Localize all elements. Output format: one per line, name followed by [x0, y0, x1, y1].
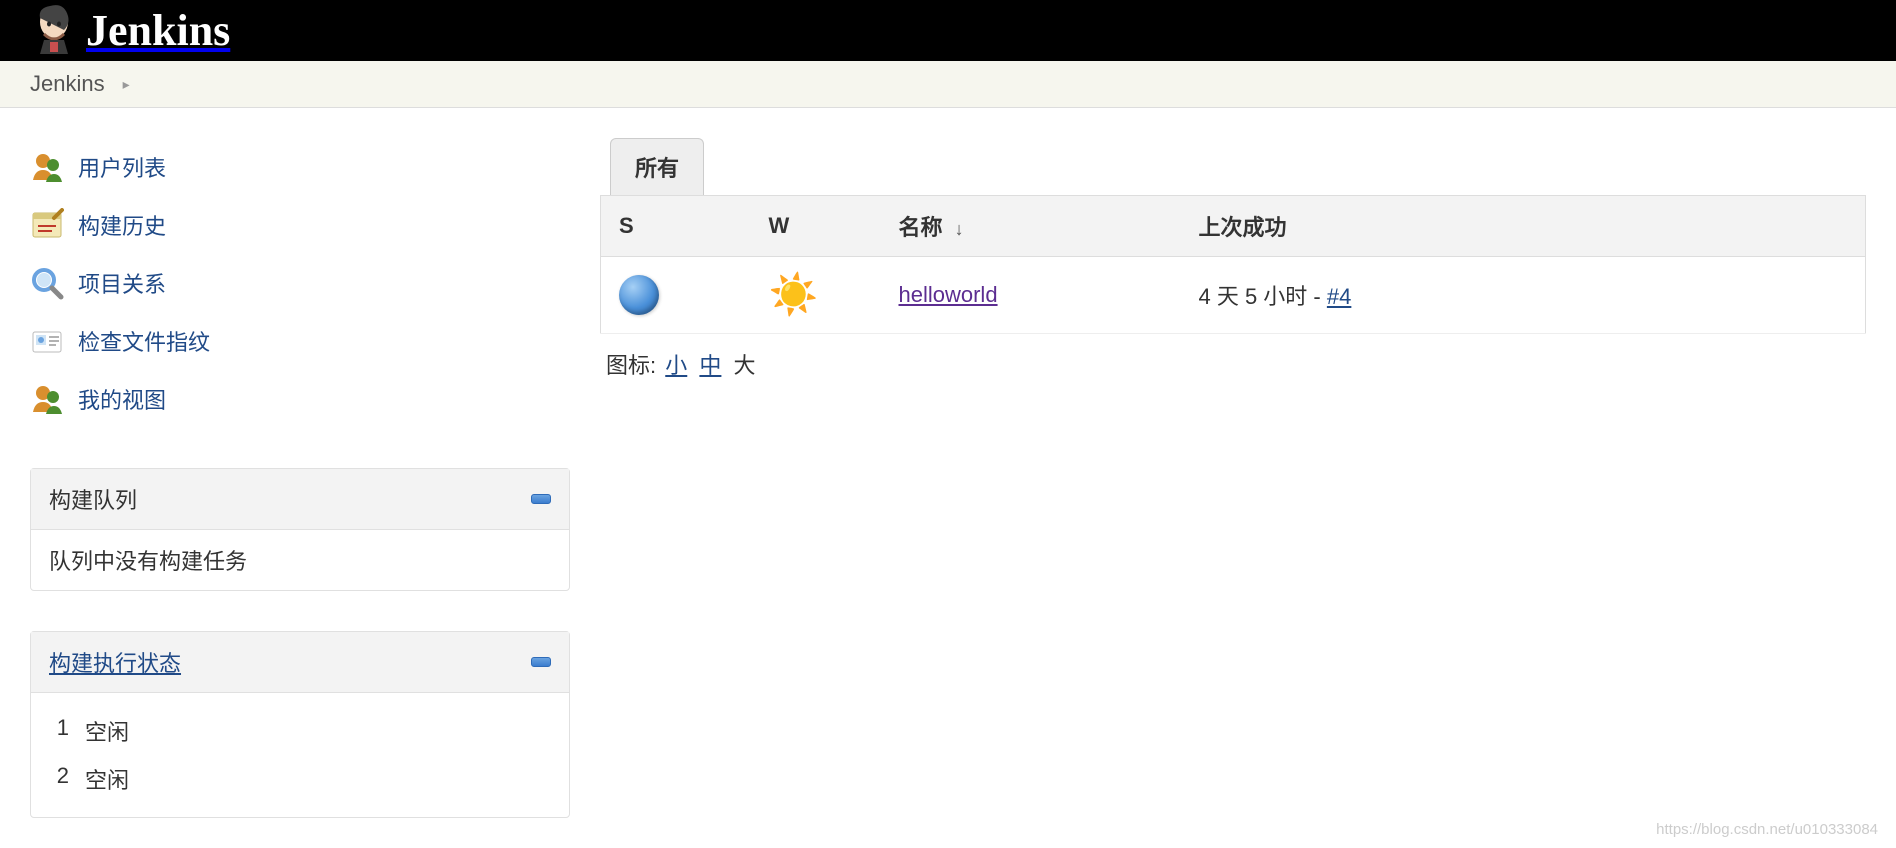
col-status[interactable]: S	[601, 196, 751, 257]
col-name-label: 名称	[899, 215, 943, 240]
jenkins-mascot-icon	[30, 0, 78, 62]
cell-name: helloworld	[881, 257, 1181, 334]
last-success-sep: -	[1307, 284, 1327, 309]
build-queue-title: 构建队列	[49, 483, 137, 515]
projects-table: S W 名称 ↓ 上次成功 ☀️	[600, 195, 1866, 334]
last-success-duration: 4 天 5 小时	[1199, 284, 1308, 309]
executors-pane: 构建执行状态 1 空闲 2 空闲	[30, 631, 570, 818]
executors-body: 1 空闲 2 空闲	[31, 693, 569, 817]
users-icon	[30, 150, 64, 184]
sort-down-icon: ↓	[955, 219, 964, 239]
cell-weather: ☀️	[751, 257, 881, 334]
executor-number: 1	[49, 715, 69, 747]
executor-row: 2 空闲	[49, 755, 551, 803]
sidebar-item-build-history[interactable]: 构建历史	[30, 196, 570, 254]
breadcrumb: Jenkins ▸	[0, 61, 1896, 108]
executor-number: 2	[49, 763, 69, 795]
icon-size-small[interactable]: 小	[665, 353, 687, 378]
executors-header: 构建执行状态	[31, 632, 569, 693]
tab-all[interactable]: 所有	[610, 138, 704, 195]
view-tabs: 所有	[610, 138, 1866, 195]
sidebar-item-project-relationship[interactable]: 项目关系	[30, 254, 570, 312]
weather-sunny-icon: ☀️	[769, 273, 819, 317]
fingerprint-icon	[30, 324, 64, 358]
sidebar-label[interactable]: 项目关系	[78, 267, 166, 299]
build-link[interactable]: #4	[1327, 284, 1351, 309]
search-icon	[30, 266, 64, 300]
sidebar-label[interactable]: 我的视图	[78, 383, 166, 415]
history-icon	[30, 208, 64, 242]
jenkins-logo-link[interactable]: Jenkins	[30, 0, 230, 62]
executor-state: 空闲	[85, 715, 129, 747]
col-name[interactable]: 名称 ↓	[881, 196, 1181, 257]
executors-title[interactable]: 构建执行状态	[49, 646, 181, 678]
users-icon	[30, 382, 64, 416]
top-header: Jenkins	[0, 0, 1896, 61]
breadcrumb-root[interactable]: Jenkins	[30, 71, 105, 97]
executor-row: 1 空闲	[49, 707, 551, 755]
task-list: 用户列表 构建历史 项目关系 检查文件指纹	[30, 138, 570, 428]
build-queue-header: 构建队列	[31, 469, 569, 530]
sidebar-item-my-views[interactable]: 我的视图	[30, 370, 570, 428]
sidebar-label[interactable]: 用户列表	[78, 151, 166, 183]
cell-status	[601, 257, 751, 334]
collapse-icon[interactable]	[531, 657, 551, 667]
table-row: ☀️ helloworld 4 天 5 小时 - #4	[601, 257, 1866, 334]
status-blue-icon	[619, 275, 659, 315]
collapse-icon[interactable]	[531, 494, 551, 504]
col-weather[interactable]: W	[751, 196, 881, 257]
build-queue-empty: 队列中没有构建任务	[49, 549, 247, 574]
main-panel: 所有 S W 名称 ↓ 上次成功	[600, 128, 1896, 828]
side-panel: 用户列表 构建历史 项目关系 检查文件指纹	[0, 128, 600, 828]
sidebar-item-fingerprint[interactable]: 检查文件指纹	[30, 312, 570, 370]
build-queue-pane: 构建队列 队列中没有构建任务	[30, 468, 570, 591]
sidebar-item-users[interactable]: 用户列表	[30, 138, 570, 196]
icon-size-large: 大	[734, 353, 756, 378]
jenkins-title: Jenkins	[86, 5, 230, 56]
build-queue-body: 队列中没有构建任务	[31, 530, 569, 590]
chevron-right-icon: ▸	[123, 76, 130, 93]
icon-size-legend: 图标: 小 中 大	[600, 334, 1866, 394]
col-last-success[interactable]: 上次成功	[1181, 196, 1866, 257]
job-link[interactable]: helloworld	[899, 282, 998, 307]
sidebar-label[interactable]: 构建历史	[78, 209, 166, 241]
cell-last-success: 4 天 5 小时 - #4	[1181, 257, 1866, 334]
executor-state: 空闲	[85, 763, 129, 795]
sidebar-label[interactable]: 检查文件指纹	[78, 325, 210, 357]
icon-legend-label: 图标:	[606, 353, 656, 378]
icon-size-medium[interactable]: 中	[699, 353, 721, 378]
